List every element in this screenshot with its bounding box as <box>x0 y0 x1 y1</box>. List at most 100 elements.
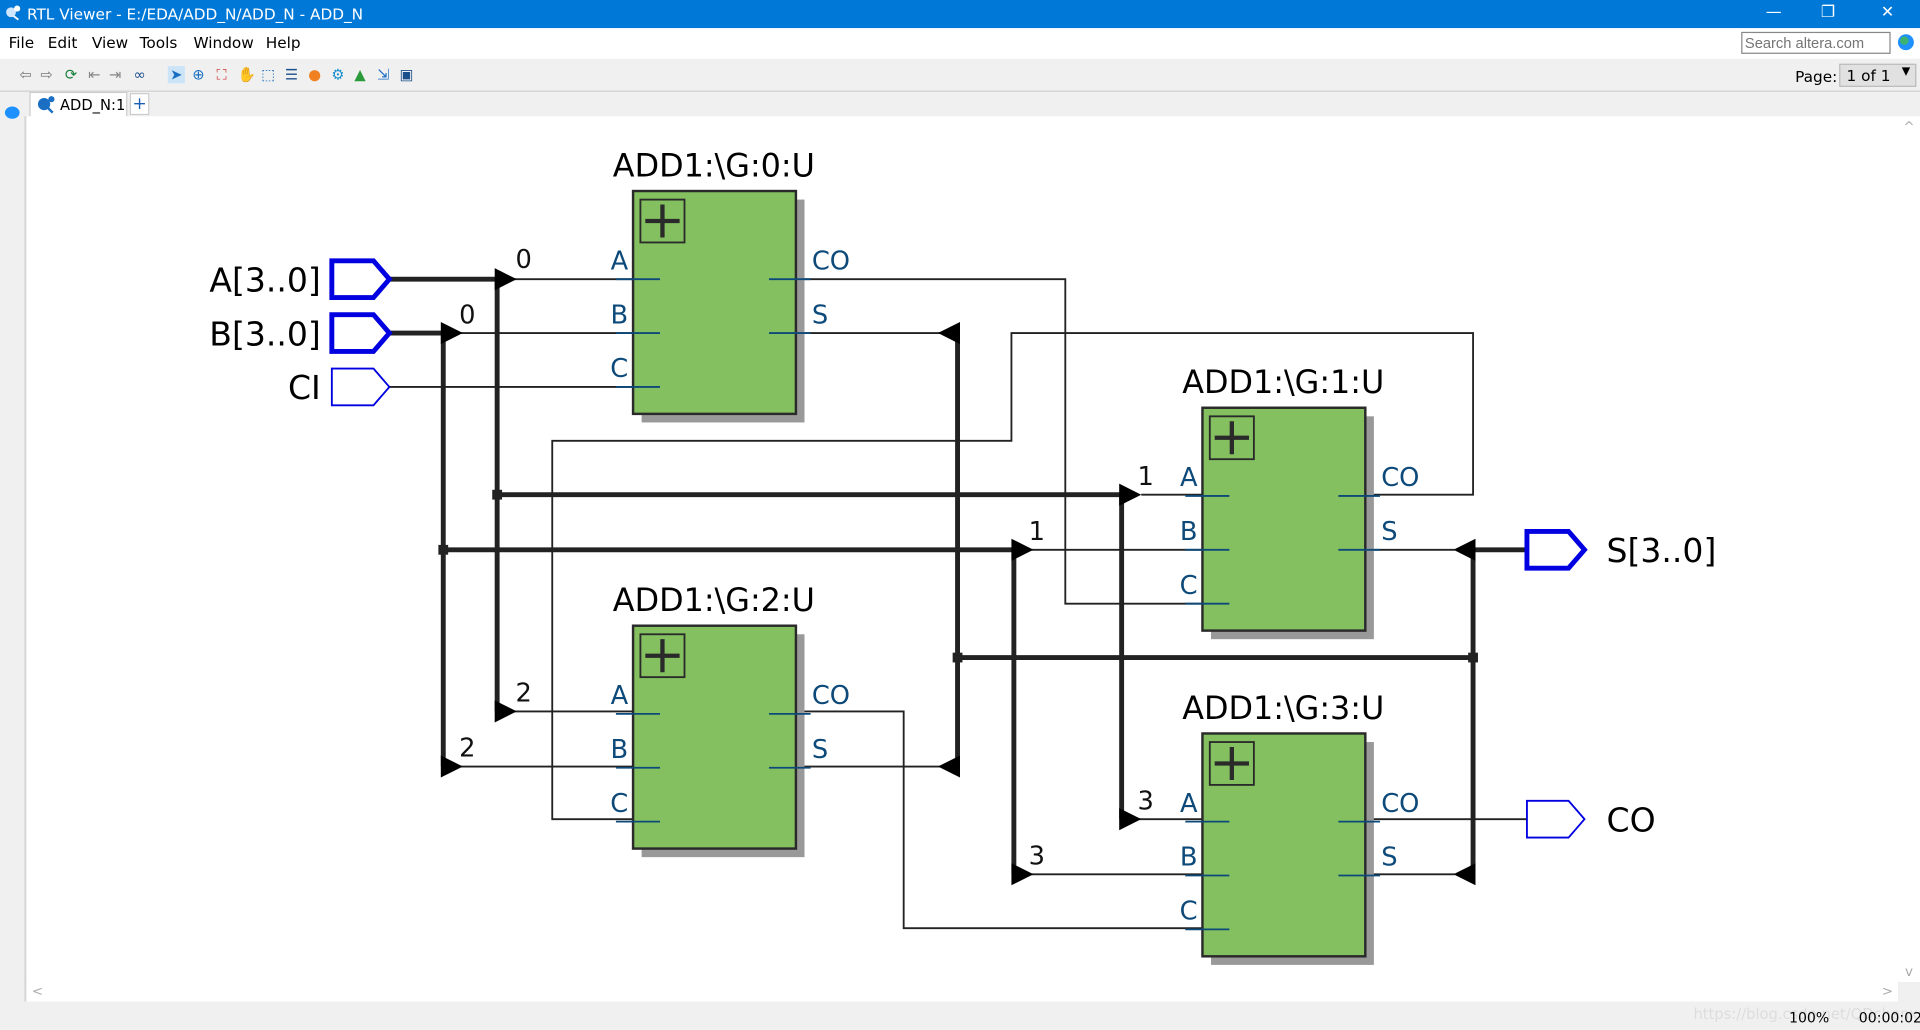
chevron-down-icon: ▼ <box>1901 66 1911 79</box>
bit-index-label: 3 <box>1138 786 1154 816</box>
page-select[interactable]: 1 of 1 ▼ <box>1839 63 1917 87</box>
bus-ripper-arrow <box>937 322 961 345</box>
menu-file[interactable]: File <box>9 33 35 51</box>
menu-bar: File Edit View Tools Window Help <box>0 28 1920 59</box>
hierarchy-icon[interactable]: ☰ <box>283 66 300 83</box>
block-title: ADD1:\G:0:U <box>613 146 815 184</box>
bit-index-label: 2 <box>516 679 532 709</box>
output-port-label: S[3..0] <box>1607 531 1717 570</box>
marquee-icon[interactable]: ⬚ <box>260 66 277 83</box>
port-label: CO <box>1381 789 1419 819</box>
bus-junction <box>492 489 503 500</box>
port-label: CO <box>812 681 850 711</box>
zoom-level: 100% <box>1788 1008 1830 1027</box>
globe-icon[interactable] <box>1897 34 1914 51</box>
port-label: C <box>610 789 628 819</box>
bus-ripper-arrow <box>1453 538 1476 561</box>
port-label: C <box>610 354 628 384</box>
schematic-canvas[interactable]: 0 0 1 1 2 2 3 3 ADD1:\G:0:U A B C CO S ADD1:\G:1:U A B C C… <box>26 116 1898 983</box>
toolbar: Page: 1 of 1 ▼ ⇦ ⇨ ⟳ ⇤ ⇥ ∞ ➤ ⊕ ⛶ ✋ ⬚ ☰ ● ⚙ ▲ ⇲ ▣ <box>0 61 1920 92</box>
port-label: A <box>1180 463 1198 493</box>
menu-tools[interactable]: Tools <box>140 33 178 51</box>
port-label: B <box>611 735 629 765</box>
settings-icon[interactable]: ⚙ <box>329 66 346 83</box>
select-icon[interactable]: ➤ <box>167 66 185 84</box>
bus-ripper-arrow <box>494 268 517 291</box>
input-port-b[interactable] <box>329 312 393 354</box>
netlist-icon[interactable]: ▲ <box>351 66 368 83</box>
restore-button[interactable]: ❐ <box>1821 4 1835 22</box>
rtl-viewer-tab-icon <box>37 96 55 114</box>
menu-help[interactable]: Help <box>266 33 301 51</box>
refresh-icon[interactable]: ⟳ <box>62 66 79 83</box>
bus-junction <box>1468 652 1478 663</box>
port-label: S <box>812 300 828 330</box>
bit-index-label: 3 <box>1029 841 1045 871</box>
rtl-viewer-app-icon <box>6 5 21 21</box>
menu-window[interactable]: Window <box>193 33 253 51</box>
bus-ripper-arrow <box>494 700 517 723</box>
block-title: ADD1:\G:3:U <box>1182 689 1384 727</box>
output-port-label: CO <box>1607 800 1656 839</box>
find-icon[interactable]: ∞ <box>131 66 148 83</box>
port-label: CO <box>1381 463 1419 493</box>
expand-icon[interactable]: ⇥ <box>107 66 124 83</box>
input-port-a[interactable] <box>329 258 393 301</box>
horizontal-scrollbar[interactable]: < > <box>26 982 1898 1002</box>
close-button[interactable]: ✕ <box>1881 4 1894 22</box>
port-label: A <box>1180 789 1198 819</box>
search-input[interactable] <box>1741 31 1891 54</box>
page-icon[interactable]: ▣ <box>398 66 415 83</box>
input-port-label: CI <box>288 368 321 407</box>
port-label: C <box>1180 571 1198 601</box>
window-title: RTL Viewer - E:/EDA/ADD_N/ADD_N - ADD_N <box>26 4 364 24</box>
collapse-icon[interactable]: ⇤ <box>86 66 103 83</box>
input-port-ci[interactable] <box>330 367 391 407</box>
minimize-button[interactable]: — <box>1766 4 1782 22</box>
palette-icon[interactable]: ● <box>306 66 323 83</box>
bus-ripper-arrow <box>937 755 961 778</box>
comment-icon[interactable] <box>4 106 20 119</box>
bit-index-label: 0 <box>516 245 532 275</box>
adder-block[interactable] <box>1201 406 1367 632</box>
tab-add-n-1[interactable]: ADD_N:1 <box>29 91 128 117</box>
bit-index-label: 2 <box>459 734 475 764</box>
input-port-label: B[3..0] <box>209 314 321 353</box>
elapsed-time: 00:00:02 <box>1858 1008 1920 1027</box>
adder-block[interactable] <box>631 624 798 850</box>
bus-junction <box>438 544 449 555</box>
status-bar: https://blog.csdn.net/QDchenxr 100% 00:0… <box>0 1001 1920 1030</box>
fit-icon[interactable]: ⛶ <box>213 66 230 83</box>
input-port-label: A[3..0] <box>209 260 320 299</box>
add-tab-button[interactable]: + <box>129 93 150 116</box>
bus-ripper-arrow <box>1453 863 1476 886</box>
export-icon[interactable]: ⇲ <box>375 66 392 83</box>
port-label: S <box>1381 517 1397 547</box>
adder-block[interactable] <box>631 189 798 416</box>
port-label: S <box>812 735 828 765</box>
zoom-icon[interactable]: ⊕ <box>190 66 207 83</box>
port-label: CO <box>812 246 850 276</box>
port-label: A <box>611 246 629 276</box>
hand-icon[interactable]: ✋ <box>238 66 256 83</box>
rtl-viewer-window: RTL Viewer - E:/EDA/ADD_N/ADD_N - ADD_N … <box>0 0 1920 1030</box>
output-port-co[interactable] <box>1526 799 1586 839</box>
vertical-scrollbar[interactable]: ^ v <box>1897 116 1920 983</box>
menu-view[interactable]: View <box>92 33 128 51</box>
menu-edit[interactable]: Edit <box>48 33 78 51</box>
page-value: 1 of 1 <box>1846 66 1891 85</box>
output-port-s[interactable] <box>1524 528 1588 571</box>
bit-index-label: 1 <box>1029 517 1045 547</box>
adder-block[interactable] <box>1201 732 1367 958</box>
port-label: B <box>1180 843 1198 873</box>
back-icon[interactable]: ⇦ <box>17 66 34 83</box>
port-label: B <box>1180 517 1198 547</box>
port-label: S <box>1381 843 1397 873</box>
block-title: ADD1:\G:2:U <box>613 581 815 619</box>
forward-icon[interactable]: ⇨ <box>38 66 55 83</box>
bus-junction <box>952 652 963 663</box>
tab-bar: ADD_N:1 + <box>24 91 1920 117</box>
port-label: C <box>1180 897 1198 927</box>
schematic[interactable]: 00112233ADD1:\G:0:UABCCOSADD1:\G:1:UABCC… <box>27 116 1898 982</box>
title-bar: RTL Viewer - E:/EDA/ADD_N/ADD_N - ADD_N … <box>0 0 1920 29</box>
